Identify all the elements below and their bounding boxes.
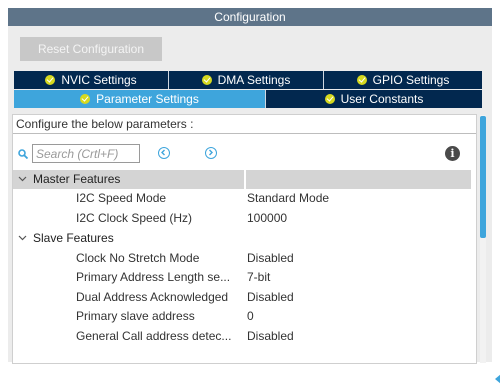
param-value[interactable]: Disabled <box>247 288 294 307</box>
vertical-scrollbar[interactable] <box>480 115 486 363</box>
configuration-panel: Reset Configuration NVIC Settings DMA Se… <box>8 26 500 384</box>
circle-chevron-left-icon[interactable] <box>158 147 170 159</box>
param-row[interactable]: I2C Speed Mode Standard Mode <box>13 189 471 208</box>
param-value[interactable]: 7-bit <box>247 268 270 287</box>
chevron-down-icon <box>18 235 27 241</box>
param-value[interactable]: Disabled <box>247 249 294 268</box>
tab-label: Parameter Settings <box>96 92 199 106</box>
resize-arrow-icon[interactable] <box>494 370 500 388</box>
param-row[interactable]: I2C Clock Speed (Hz) 100000 <box>13 209 471 228</box>
param-row[interactable]: Primary slave address 0 <box>13 307 471 326</box>
param-value[interactable]: Standard Mode <box>247 189 329 208</box>
param-name: Primary slave address <box>76 309 195 323</box>
parameter-settings-content: Configure the below parameters : i Maste… <box>12 114 486 364</box>
tab-parameter-settings[interactable]: Parameter Settings <box>14 90 266 108</box>
check-circle-icon <box>80 94 91 104</box>
param-row[interactable]: Clock No Stretch Mode Disabled <box>13 249 471 268</box>
param-row[interactable]: General Call address detec... Disabled <box>13 327 471 346</box>
param-value[interactable]: Disabled <box>247 327 294 346</box>
param-value[interactable]: 100000 <box>247 209 287 228</box>
tab-label: User Constants <box>340 92 424 106</box>
param-name: I2C Speed Mode <box>76 191 167 205</box>
param-row[interactable]: Primary Address Length se... 7-bit <box>13 268 471 287</box>
tab-label: GPIO Settings <box>372 73 450 87</box>
search-input[interactable] <box>32 144 140 163</box>
search-icon <box>18 149 28 159</box>
reset-configuration-button[interactable]: Reset Configuration <box>20 37 162 61</box>
check-circle-icon <box>356 75 367 85</box>
group-label: Master Features <box>33 172 121 186</box>
param-name: Dual Address Acknowledged <box>76 290 229 304</box>
group-label: Slave Features <box>33 231 114 245</box>
param-name: I2C Clock Speed (Hz) <box>76 211 193 225</box>
check-circle-icon <box>201 75 212 85</box>
tab-label: NVIC Settings <box>61 73 137 87</box>
param-name: General Call address detec... <box>76 329 232 343</box>
instruction-text: Configure the below parameters : <box>13 115 476 134</box>
tab-gpio-settings[interactable]: GPIO Settings <box>324 71 482 89</box>
chevron-down-icon <box>18 176 27 182</box>
circle-chevron-right-icon[interactable] <box>205 147 217 159</box>
window-title: Configuration <box>8 8 492 26</box>
param-name: Clock No Stretch Mode <box>76 251 200 265</box>
tab-user-constants[interactable]: User Constants <box>266 90 482 108</box>
tab-label: DMA Settings <box>217 73 291 87</box>
info-icon[interactable]: i <box>445 146 460 161</box>
tab-nvic-settings[interactable]: NVIC Settings <box>14 71 169 89</box>
param-name: Primary Address Length se... <box>76 270 231 284</box>
check-circle-icon <box>324 94 335 104</box>
param-value[interactable]: 0 <box>247 307 254 326</box>
column-divider <box>244 170 246 189</box>
check-circle-icon <box>45 75 56 85</box>
group-header-master-features[interactable]: Master Features <box>13 170 471 189</box>
group-header-slave-features[interactable]: Slave Features <box>13 229 471 248</box>
param-row[interactable]: Dual Address Acknowledged Disabled <box>13 288 471 307</box>
tab-dma-settings[interactable]: DMA Settings <box>169 71 324 89</box>
scrollbar-thumb[interactable] <box>480 116 486 238</box>
